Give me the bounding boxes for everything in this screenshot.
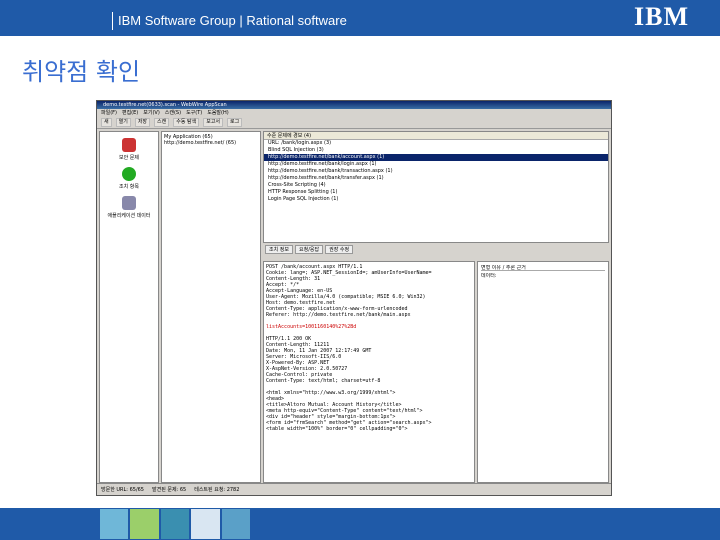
check-icon bbox=[122, 167, 136, 181]
info-tab[interactable]: 변형 이유 / 추론 근거 bbox=[481, 265, 605, 272]
toolbar-button[interactable]: 열기 bbox=[115, 118, 131, 127]
issue-row[interactable]: http://demo.testfire.net/bank/transactio… bbox=[264, 168, 608, 175]
view-label: 조치 항목 bbox=[119, 184, 139, 190]
window-title: demo.testfire.net(0633).scan - WebWire A… bbox=[97, 101, 611, 109]
header-divider bbox=[112, 12, 113, 30]
toolbar-button[interactable]: 새 bbox=[101, 118, 112, 127]
appscan-window: demo.testfire.net(0633).scan - WebWire A… bbox=[96, 100, 612, 496]
toolbar: 새 열기 저장 스캔 수동 탐색 보고서 로그 bbox=[97, 117, 611, 129]
app-data-view[interactable]: 애플리케이션 데이터 bbox=[100, 196, 158, 219]
application-tree[interactable]: My Application (65) http://demo.testfire… bbox=[161, 131, 261, 483]
issue-row[interactable]: Cross-Site Scripting (4) bbox=[264, 182, 608, 189]
menu-item[interactable]: 스캔(S) bbox=[165, 110, 181, 116]
header-bar: IBM Software Group | Rational software I… bbox=[0, 0, 720, 36]
lock-icon bbox=[122, 138, 136, 152]
toolbar-button[interactable]: 저장 bbox=[134, 118, 151, 127]
menu-item[interactable]: 파일(F) bbox=[101, 110, 117, 116]
ibm-logo: IBM bbox=[634, 2, 689, 31]
data-icon bbox=[122, 196, 136, 210]
issue-info-pane: 변형 이유 / 추론 근거 데이터:값을 변경 시 응답 차이 발생매개변수: … bbox=[477, 261, 609, 483]
detail-tab[interactable]: 요청/응답 bbox=[295, 245, 324, 254]
issues-header: 수준 문제에 경보 (4) bbox=[264, 132, 608, 140]
security-issues-view[interactable]: 보안 문제 bbox=[100, 138, 158, 161]
view-label: 애플리케이션 데이터 bbox=[107, 213, 151, 219]
menu-bar: 파일(F) 편집(E) 보기(V) 스캔(S) 도구(T) 도움말(H) bbox=[97, 109, 611, 117]
remediation-view[interactable]: 조치 항목 bbox=[100, 167, 158, 190]
toolbar-button[interactable]: 보고서 bbox=[203, 118, 224, 127]
toolbar-button[interactable]: 수동 탐색 bbox=[173, 118, 200, 127]
code-line: <table width="100%" border="0" cellpaddi… bbox=[266, 426, 408, 432]
menu-item[interactable]: 보기(V) bbox=[143, 110, 160, 116]
footer-image-strip bbox=[100, 509, 251, 539]
slide-title: 취약점 확인 bbox=[22, 58, 141, 86]
issue-row[interactable]: http://demo.testfire.net/bank/account.as… bbox=[264, 154, 608, 161]
issue-row[interactable]: http://demo.testfire.net/bank/transfer.a… bbox=[264, 175, 608, 182]
detail-tab[interactable]: 조치 정보 bbox=[265, 245, 293, 254]
issue-row[interactable]: URL: /bank/login.aspx (3) bbox=[264, 140, 608, 147]
status-text: 발견된 문제: 65 bbox=[152, 487, 187, 493]
request-response-pane[interactable]: POST /bank/account.aspx HTTP/1.1 Cookie: … bbox=[263, 261, 475, 483]
brand-text: IBM Software Group | Rational software bbox=[118, 13, 347, 28]
issues-panel: 수준 문제에 경보 (4) URL: /bank/login.aspx (3) B… bbox=[263, 131, 609, 243]
issue-row[interactable]: http://demo.testfire.net/bank/login.aspx… bbox=[264, 161, 608, 168]
status-text: 테스트된 요청: 2782 bbox=[194, 487, 240, 493]
status-bar: 방문한 URL: 65/65 발견된 문제: 65 테스트된 요청: 2782 bbox=[97, 483, 611, 495]
issue-row[interactable]: Login Page SQL Injection (1) bbox=[264, 196, 608, 203]
view-label: 보안 문제 bbox=[119, 155, 139, 161]
menu-item[interactable]: 도움말(H) bbox=[207, 110, 228, 116]
detail-tab[interactable]: 권장 수정 bbox=[325, 245, 354, 254]
issue-row[interactable]: Blind SQL Injection (3) bbox=[264, 147, 608, 154]
menu-item[interactable]: 편집(E) bbox=[122, 110, 138, 116]
menu-item[interactable]: 도구(T) bbox=[186, 110, 202, 116]
toolbar-button[interactable]: 스캔 bbox=[154, 118, 170, 127]
issue-row[interactable]: HTTP Response Splitting (1) bbox=[264, 189, 608, 196]
toolbar-button[interactable]: 로그 bbox=[227, 118, 243, 127]
view-selector: 보안 문제 조치 항목 애플리케이션 데이터 bbox=[99, 131, 159, 483]
status-text: 방문한 URL: 65/65 bbox=[101, 487, 144, 493]
